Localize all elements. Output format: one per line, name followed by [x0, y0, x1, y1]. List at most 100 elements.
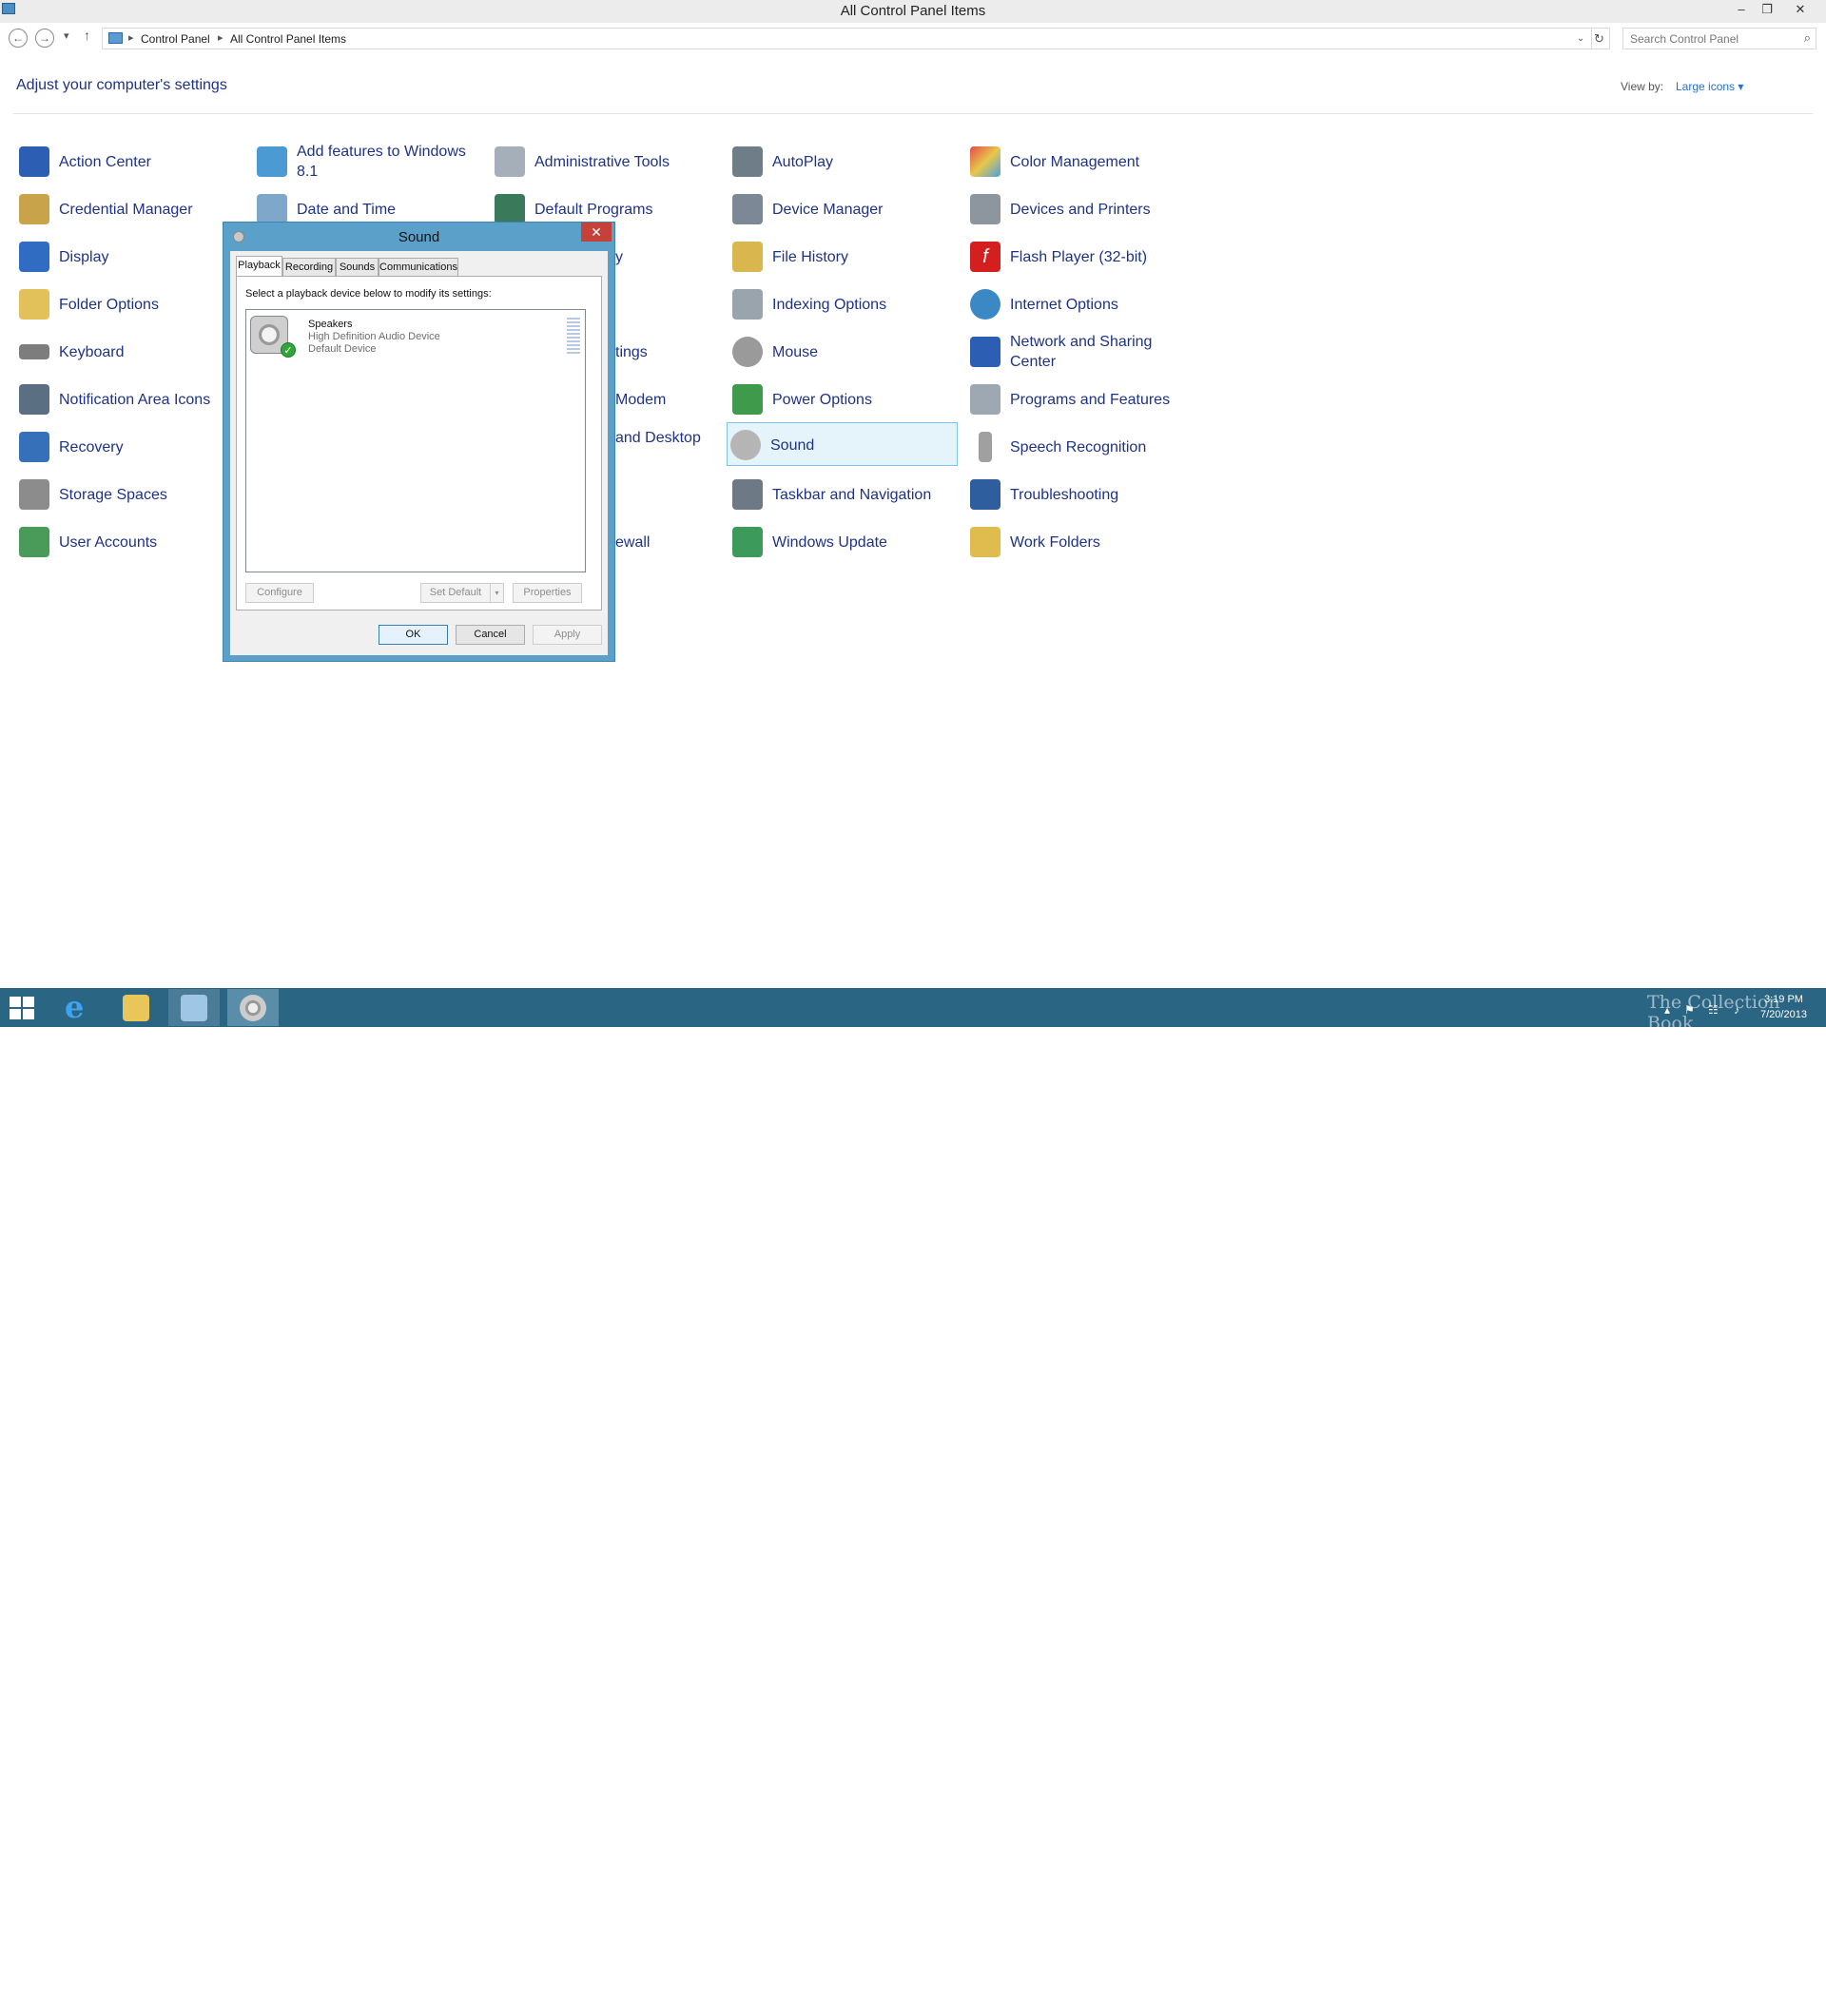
color-management-icon [970, 146, 1000, 177]
item-work-folders[interactable]: Work Folders [967, 520, 1198, 564]
default-programs-icon [495, 194, 525, 224]
search-input[interactable]: Search Control Panel [1630, 32, 1739, 46]
tab-communications[interactable]: Communications [379, 258, 458, 276]
playback-panel: Select a playback device below to modify… [236, 276, 602, 611]
item-keyboard[interactable]: Keyboard [16, 330, 247, 374]
volume-icon[interactable]: ♪ [1734, 1003, 1739, 1017]
magnifier-icon [732, 289, 763, 320]
item-storage-spaces[interactable]: Storage Spaces [16, 473, 247, 516]
refresh-icon[interactable]: ↻ [1589, 28, 1610, 49]
breadcrumb-control-panel[interactable]: Control Panel [141, 32, 210, 46]
address-bar[interactable]: ▸ Control Panel ▸ All Control Panel Item… [102, 28, 1592, 49]
partially-hidden-item-label[interactable]: tings [615, 342, 691, 362]
page-title: Adjust your computer's settings [16, 77, 227, 93]
internet-explorer-icon: e [65, 989, 85, 1025]
autoplay-icon [732, 146, 763, 177]
item-label: Windows Update [772, 534, 887, 551]
partially-hidden-item-label[interactable]: y [615, 247, 653, 267]
apply-button[interactable]: Apply [533, 625, 602, 645]
start-button[interactable] [10, 997, 34, 1019]
item-color-management[interactable]: Color Management [967, 140, 1198, 184]
up-icon[interactable]: ↑ [84, 28, 90, 43]
properties-button[interactable]: Properties [513, 583, 582, 603]
taskbar-control-panel[interactable] [168, 989, 220, 1026]
item-taskbar-navigation[interactable]: Taskbar and Navigation [729, 473, 961, 516]
item-power-options[interactable]: Power Options [729, 378, 961, 421]
dialog-close-button[interactable]: ✕ [581, 223, 612, 242]
forward-icon[interactable]: → [35, 29, 54, 48]
item-administrative-tools[interactable]: Administrative Tools [492, 140, 723, 184]
item-display[interactable]: Display [16, 235, 247, 279]
item-indexing-options[interactable]: Indexing Options [729, 282, 961, 326]
speaker-icon [240, 995, 266, 1021]
item-label: Date and Time [297, 202, 397, 218]
item-add-features[interactable]: Add features to Windows 8.1 [254, 140, 485, 184]
tab-playback[interactable]: Playback [236, 256, 282, 277]
item-internet-options[interactable]: Internet Options [967, 282, 1198, 326]
breadcrumb-separator-icon[interactable]: ▸ [128, 31, 134, 44]
taskbar-icon [732, 479, 763, 510]
taskbar-sound[interactable] [227, 989, 279, 1026]
item-label: Indexing Options [772, 297, 887, 313]
ok-button[interactable]: OK [379, 625, 448, 645]
configure-button[interactable]: Configure [245, 583, 314, 603]
dialog-titlebar[interactable]: Sound ✕ [223, 223, 614, 251]
item-user-accounts[interactable]: User Accounts [16, 520, 247, 564]
navigation-bar: ← → ▾ ↑ ▸ Control Panel ▸ All Control Pa… [0, 25, 1826, 53]
item-device-manager[interactable]: Device Manager [729, 187, 961, 231]
breadcrumb-all-items[interactable]: All Control Panel Items [230, 32, 346, 46]
clock-date[interactable]: 7/20/2013 [1760, 1009, 1807, 1020]
partially-hidden-item-label[interactable]: and Desktop [615, 428, 710, 448]
item-notification-area-icons[interactable]: Notification Area Icons [16, 378, 247, 421]
tab-sounds[interactable]: Sounds [336, 258, 379, 276]
item-troubleshooting[interactable]: Troubleshooting [967, 473, 1198, 516]
minimize-button[interactable]: – [1729, 0, 1754, 19]
device-row-speakers[interactable]: ✓ Speakers High Definition Audio Device … [246, 310, 585, 363]
breadcrumb-separator-icon[interactable]: ▸ [218, 31, 223, 44]
item-windows-update[interactable]: Windows Update [729, 520, 961, 564]
tab-recording[interactable]: Recording [282, 258, 336, 276]
address-dropdown-icon[interactable]: ⌄ [1570, 29, 1591, 48]
back-icon[interactable]: ← [9, 29, 28, 48]
recent-locations-icon[interactable]: ▾ [64, 29, 69, 42]
item-flash-player[interactable]: f Flash Player (32-bit) [967, 235, 1198, 279]
item-network-sharing[interactable]: Network and Sharing Center [967, 330, 1198, 374]
troubleshooting-icon [970, 479, 1000, 510]
network-icon[interactable]: ☷ [1708, 1003, 1719, 1017]
cancel-button[interactable]: Cancel [456, 625, 525, 645]
partially-hidden-item-label[interactable]: Modem [615, 390, 691, 410]
set-default-button[interactable]: Set Default ▾ [420, 583, 504, 603]
item-label: Add features to Windows 8.1 [297, 144, 466, 180]
set-default-dropdown-icon[interactable]: ▾ [490, 584, 503, 602]
default-check-icon: ✓ [281, 342, 296, 358]
taskbar-file-explorer[interactable] [110, 989, 162, 1026]
show-hidden-icons-icon[interactable]: ▴ [1664, 1003, 1670, 1017]
clock-time[interactable]: 3:19 PM [1764, 994, 1803, 1005]
item-devices-and-printers[interactable]: Devices and Printers [967, 187, 1198, 231]
item-mouse[interactable]: Mouse [729, 330, 961, 374]
control-panel-icon [181, 995, 207, 1021]
item-sound[interactable]: Sound [727, 422, 958, 466]
item-credential-manager[interactable]: Credential Manager [16, 187, 247, 231]
item-programs-and-features[interactable]: Programs and Features [967, 378, 1198, 421]
partially-hidden-item-label[interactable]: ewall [615, 533, 691, 552]
item-label: Programs and Features [1010, 392, 1171, 408]
item-recovery[interactable]: Recovery [16, 425, 247, 469]
close-button[interactable]: ✕ [1788, 0, 1813, 19]
search-box[interactable]: Search Control Panel ⌕ [1622, 28, 1816, 49]
power-icon [732, 384, 763, 415]
item-folder-options[interactable]: Folder Options [16, 282, 247, 326]
item-label: Power Options [772, 392, 872, 408]
restore-button[interactable]: ❐ [1755, 0, 1779, 19]
item-action-center[interactable]: Action Center [16, 140, 247, 184]
item-autoplay[interactable]: AutoPlay [729, 140, 961, 184]
action-center-flag-icon[interactable]: ⚑ [1684, 1003, 1695, 1017]
search-icon[interactable]: ⌕ [1804, 30, 1811, 46]
admin-tools-icon [495, 146, 525, 177]
view-by-dropdown[interactable]: Large icons ▾ [1676, 80, 1743, 93]
work-folders-icon [970, 527, 1000, 557]
item-speech-recognition[interactable]: Speech Recognition [967, 425, 1198, 469]
item-file-history[interactable]: File History [729, 235, 961, 279]
device-list[interactable]: ✓ Speakers High Definition Audio Device … [245, 309, 586, 572]
taskbar-internet-explorer[interactable]: e [51, 989, 103, 1026]
